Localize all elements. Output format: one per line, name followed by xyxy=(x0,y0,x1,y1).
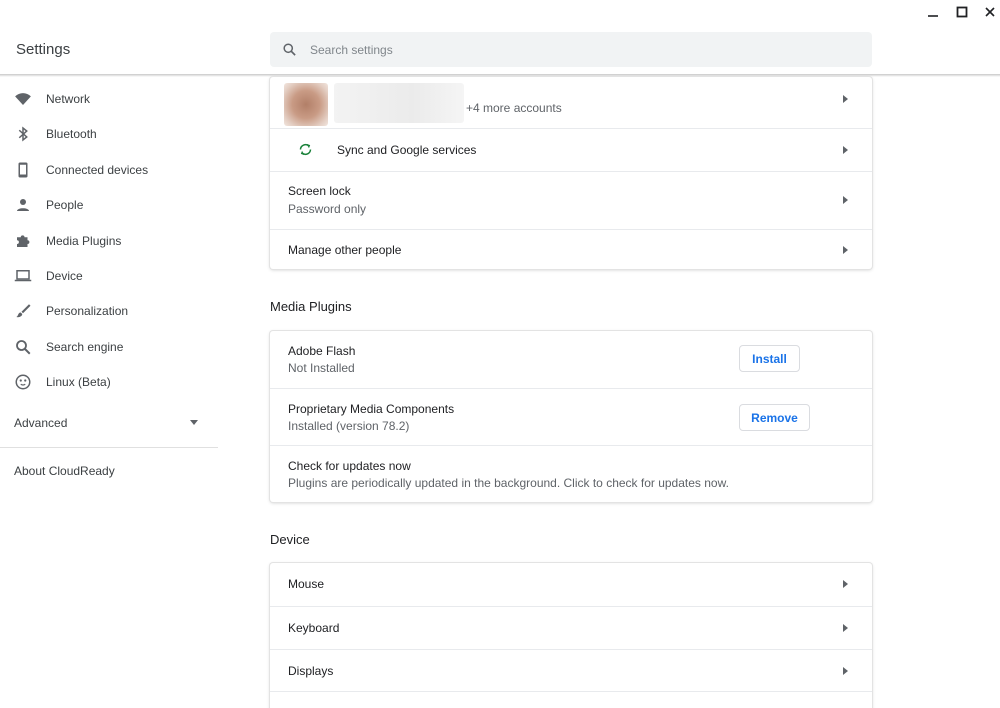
chevron-right-icon xyxy=(843,624,848,632)
sidebar-item-people[interactable]: People xyxy=(0,188,218,222)
laptop-icon xyxy=(14,270,32,282)
sidebar-item-label: Search engine xyxy=(46,340,124,354)
people-card: +4 more accounts Sync and Google service… xyxy=(270,77,872,269)
flash-row: Adobe Flash Not Installed Install xyxy=(270,331,872,388)
search-box[interactable] xyxy=(270,32,872,67)
search-input[interactable] xyxy=(310,32,850,67)
mouse-row[interactable]: Mouse xyxy=(270,563,872,606)
flash-label: Adobe Flash xyxy=(288,344,356,358)
sidebar-item-label: Network xyxy=(46,92,91,106)
sync-icon xyxy=(299,143,312,156)
close-icon[interactable] xyxy=(982,4,998,20)
advanced-label: Advanced xyxy=(14,416,68,430)
screen-lock-label: Screen lock xyxy=(288,184,351,198)
puzzle-icon xyxy=(17,235,30,247)
displays-label: Displays xyxy=(288,664,334,678)
section-title-device: Device xyxy=(270,532,310,547)
manage-people-label: Manage other people xyxy=(288,243,402,257)
sidebar-item-label: People xyxy=(46,198,84,212)
search-icon xyxy=(16,340,31,355)
proprietary-label: Proprietary Media Components xyxy=(288,402,455,416)
sidebar-item-label: Bluetooth xyxy=(46,127,97,141)
sidebar-item-label: Connected devices xyxy=(46,163,149,177)
page-title: Settings xyxy=(16,41,71,58)
sidebar-item-personalization[interactable]: Personalization xyxy=(0,294,218,328)
minimize-icon[interactable] xyxy=(925,4,941,20)
bluetooth-icon xyxy=(18,126,28,142)
chevron-right-icon xyxy=(843,580,848,588)
device-card: Mouse Keyboard Displays xyxy=(270,563,872,708)
sidebar-item-about[interactable]: About CloudReady xyxy=(14,464,115,478)
manage-people-row[interactable]: Manage other people xyxy=(270,229,872,269)
sidebar: Network Bluetooth Connected devices Peop… xyxy=(0,77,218,708)
sidebar-item-network[interactable]: Network xyxy=(0,82,218,116)
chevron-down-icon xyxy=(190,420,198,425)
penguin-icon xyxy=(15,374,31,390)
accounts-row[interactable]: +4 more accounts xyxy=(270,77,872,128)
search-icon xyxy=(283,43,296,56)
person-icon xyxy=(17,199,29,211)
maximize-icon[interactable] xyxy=(954,4,970,20)
wifi-icon xyxy=(15,93,31,105)
next-setting-row[interactable] xyxy=(270,691,872,708)
phone-icon xyxy=(18,162,28,178)
sync-label: Sync and Google services xyxy=(337,143,477,157)
check-updates-description: Plugins are periodically updated in the … xyxy=(288,476,729,490)
check-updates-label: Check for updates now xyxy=(288,459,411,473)
mouse-label: Mouse xyxy=(288,577,325,591)
account-name-redacted xyxy=(334,83,464,123)
sidebar-item-label: Linux (Beta) xyxy=(46,375,111,389)
install-button[interactable]: Install xyxy=(739,345,800,372)
screen-lock-row[interactable]: Screen lock Password only xyxy=(270,171,872,229)
sidebar-item-connected-devices[interactable]: Connected devices xyxy=(0,153,218,187)
sidebar-item-linux[interactable]: Linux (Beta) xyxy=(0,365,218,399)
chevron-right-icon xyxy=(843,95,848,103)
sidebar-item-label: Personalization xyxy=(46,304,129,318)
sidebar-item-search-engine[interactable]: Search engine xyxy=(0,330,218,364)
screen-lock-status: Password only xyxy=(288,202,367,216)
flash-status: Not Installed xyxy=(288,361,355,375)
sidebar-advanced-toggle[interactable]: Advanced xyxy=(0,408,218,438)
chevron-right-icon xyxy=(843,146,848,154)
brush-icon xyxy=(16,304,31,318)
chevron-right-icon xyxy=(843,667,848,675)
sidebar-divider xyxy=(0,447,218,448)
chevron-right-icon xyxy=(843,196,848,204)
section-title-media-plugins: Media Plugins xyxy=(270,299,352,314)
sidebar-item-label: Device xyxy=(46,269,83,283)
sidebar-item-label: Media Plugins xyxy=(46,234,122,248)
avatar xyxy=(284,83,328,126)
keyboard-row[interactable]: Keyboard xyxy=(270,606,872,649)
header: Settings xyxy=(0,0,1000,75)
sync-row[interactable]: Sync and Google services xyxy=(270,128,872,171)
sidebar-item-bluetooth[interactable]: Bluetooth xyxy=(0,117,218,151)
check-updates-row[interactable]: Check for updates now Plugins are period… xyxy=(270,445,872,502)
displays-row[interactable]: Displays xyxy=(270,649,872,691)
sidebar-item-media-plugins[interactable]: Media Plugins xyxy=(0,224,218,258)
proprietary-row: Proprietary Media Components Installed (… xyxy=(270,388,872,445)
remove-button[interactable]: Remove xyxy=(739,404,810,431)
sidebar-item-device[interactable]: Device xyxy=(0,259,218,293)
proprietary-status: Installed (version 78.2) xyxy=(288,419,410,433)
chevron-right-icon xyxy=(843,246,848,254)
keyboard-label: Keyboard xyxy=(288,621,340,635)
media-plugins-card: Adobe Flash Not Installed Install Propri… xyxy=(270,331,872,502)
more-accounts-label: +4 more accounts xyxy=(466,101,562,115)
